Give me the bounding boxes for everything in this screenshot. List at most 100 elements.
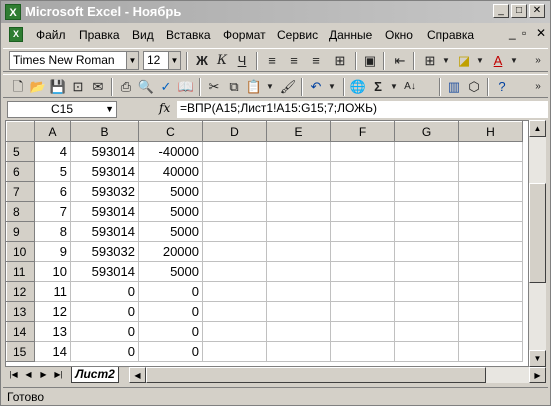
cell-c[interactable]: 40000 [138,161,203,182]
menu-format[interactable]: Формат [223,28,266,42]
cell-f[interactable] [330,161,395,182]
chevron-down-icon[interactable]: ▼ [168,52,180,69]
cell-e[interactable] [266,241,331,262]
menu-data[interactable]: Данные [329,28,372,42]
row-header[interactable]: 11 [6,261,35,282]
name-box[interactable]: C15 ▼ [7,101,117,118]
cell-d[interactable] [202,221,267,242]
spelling-icon[interactable]: ✓ [157,78,175,96]
vertical-scroll-thumb[interactable] [529,183,546,283]
align-left-icon[interactable]: ≡ [263,52,281,70]
select-all-corner[interactable] [6,121,35,142]
chevron-down-icon[interactable]: ▼ [437,52,455,70]
cell-c[interactable]: 0 [138,301,203,322]
cell-c[interactable]: 5000 [138,181,203,202]
cell-d[interactable] [202,241,267,262]
cell-a[interactable]: 7 [34,201,71,222]
doc-close-button[interactable]: ✕ [536,26,546,40]
row-header[interactable]: 12 [6,281,35,302]
cell-g[interactable] [394,321,459,342]
cell-f[interactable] [330,241,395,262]
chevron-down-icon[interactable]: ▼ [471,52,489,70]
sheet-tab-active[interactable]: Лист2 [71,367,119,383]
cell-d[interactable] [202,281,267,302]
cell-a[interactable]: 11 [34,281,71,302]
email-icon[interactable]: ✉ [89,78,107,96]
cell-h[interactable] [458,301,523,322]
cell-c[interactable]: 20000 [138,241,203,262]
insert-function-icon[interactable]: fx [159,101,170,115]
cell-a[interactable]: 13 [34,321,71,342]
cell-h[interactable] [458,221,523,242]
cell-h[interactable] [458,201,523,222]
horizontal-scrollbar[interactable]: ◀ ▶ [129,367,546,383]
cell-b[interactable]: 0 [70,281,139,302]
cell-a[interactable]: 10 [34,261,71,282]
cell-f[interactable] [330,181,395,202]
cell-h[interactable] [458,161,523,182]
scroll-right-icon[interactable]: ▶ [529,367,546,383]
cell-a[interactable]: 12 [34,301,71,322]
cell-g[interactable] [394,141,459,162]
menu-edit[interactable]: Правка [79,28,120,42]
hyperlink-icon[interactable]: 🌐 [349,78,367,96]
cell-b[interactable]: 593032 [70,181,139,202]
close-button[interactable]: ✕ [529,4,545,18]
column-header-e[interactable]: E [266,121,331,142]
decrease-indent-icon[interactable]: ⇤ [391,52,409,70]
toolbar-options-icon[interactable]: » [529,78,547,96]
column-header-b[interactable]: B [70,121,139,142]
maximize-button[interactable]: □ [511,4,527,18]
cell-c[interactable]: -40000 [138,141,203,162]
cell-e[interactable] [266,201,331,222]
copy-icon[interactable]: ⧉ [225,78,243,96]
open-folder-icon[interactable]: 📂 [29,78,47,96]
worksheet-grid[interactable]: A B C D E F G H 5 4 593014 -40000 6 5 593014 4… [5,120,529,367]
prev-sheet-icon[interactable]: ◀ [22,367,35,383]
cell-h[interactable] [458,281,523,302]
formula-input[interactable]: =ВПР(A15;Лист1!A15:G15;7;ЛОЖЬ) [177,101,548,118]
print-icon[interactable]: ⎙ [117,78,135,96]
row-header[interactable]: 5 [6,141,35,162]
first-sheet-icon[interactable]: |◀ [7,367,20,383]
italic-button[interactable]: К [213,52,231,70]
row-header[interactable]: 10 [6,241,35,262]
row-header[interactable]: 6 [6,161,35,182]
horizontal-scroll-thumb[interactable] [146,367,486,383]
cell-e[interactable] [266,261,331,282]
permission-icon[interactable]: ⊡ [69,78,87,96]
cell-b[interactable]: 593014 [70,161,139,182]
cell-d[interactable] [202,181,267,202]
cell-b[interactable]: 593014 [70,141,139,162]
cell-a[interactable]: 6 [34,181,71,202]
cell-c[interactable]: 0 [138,321,203,342]
cell-g[interactable] [394,241,459,262]
title-bar[interactable]: X Microsoft Excel - Ноябрь _ □ ✕ [1,1,550,23]
font-name-combo[interactable]: Times New Roman ▼ [9,51,139,70]
cell-g[interactable] [394,221,459,242]
print-preview-icon[interactable]: 🔍 [137,78,155,96]
column-header-h[interactable]: H [458,121,523,142]
cell-b[interactable]: 593014 [70,221,139,242]
cell-c[interactable]: 0 [138,341,203,362]
menu-tools[interactable]: Сервис [277,28,318,42]
cell-e[interactable] [266,141,331,162]
cell-b[interactable]: 593014 [70,261,139,282]
cell-g[interactable] [394,181,459,202]
cell-g[interactable] [394,261,459,282]
column-header-d[interactable]: D [202,121,267,142]
font-size-combo[interactable]: 12 ▼ [143,51,181,70]
cell-a[interactable]: 14 [34,341,71,362]
chart-wizard-icon[interactable]: ▥ [445,78,463,96]
currency-icon[interactable]: ▣ [361,52,379,70]
menu-view[interactable]: Вид [132,28,154,42]
chevron-down-icon[interactable]: ▼ [261,78,279,96]
last-sheet-icon[interactable]: ▶| [52,367,65,383]
cell-g[interactable] [394,341,459,362]
column-header-c[interactable]: C [138,121,203,142]
row-header[interactable]: 15 [6,341,35,362]
cell-h[interactable] [458,141,523,162]
cell-d[interactable] [202,141,267,162]
doc-minimize-button[interactable]: _ [509,26,516,40]
cell-a[interactable]: 5 [34,161,71,182]
